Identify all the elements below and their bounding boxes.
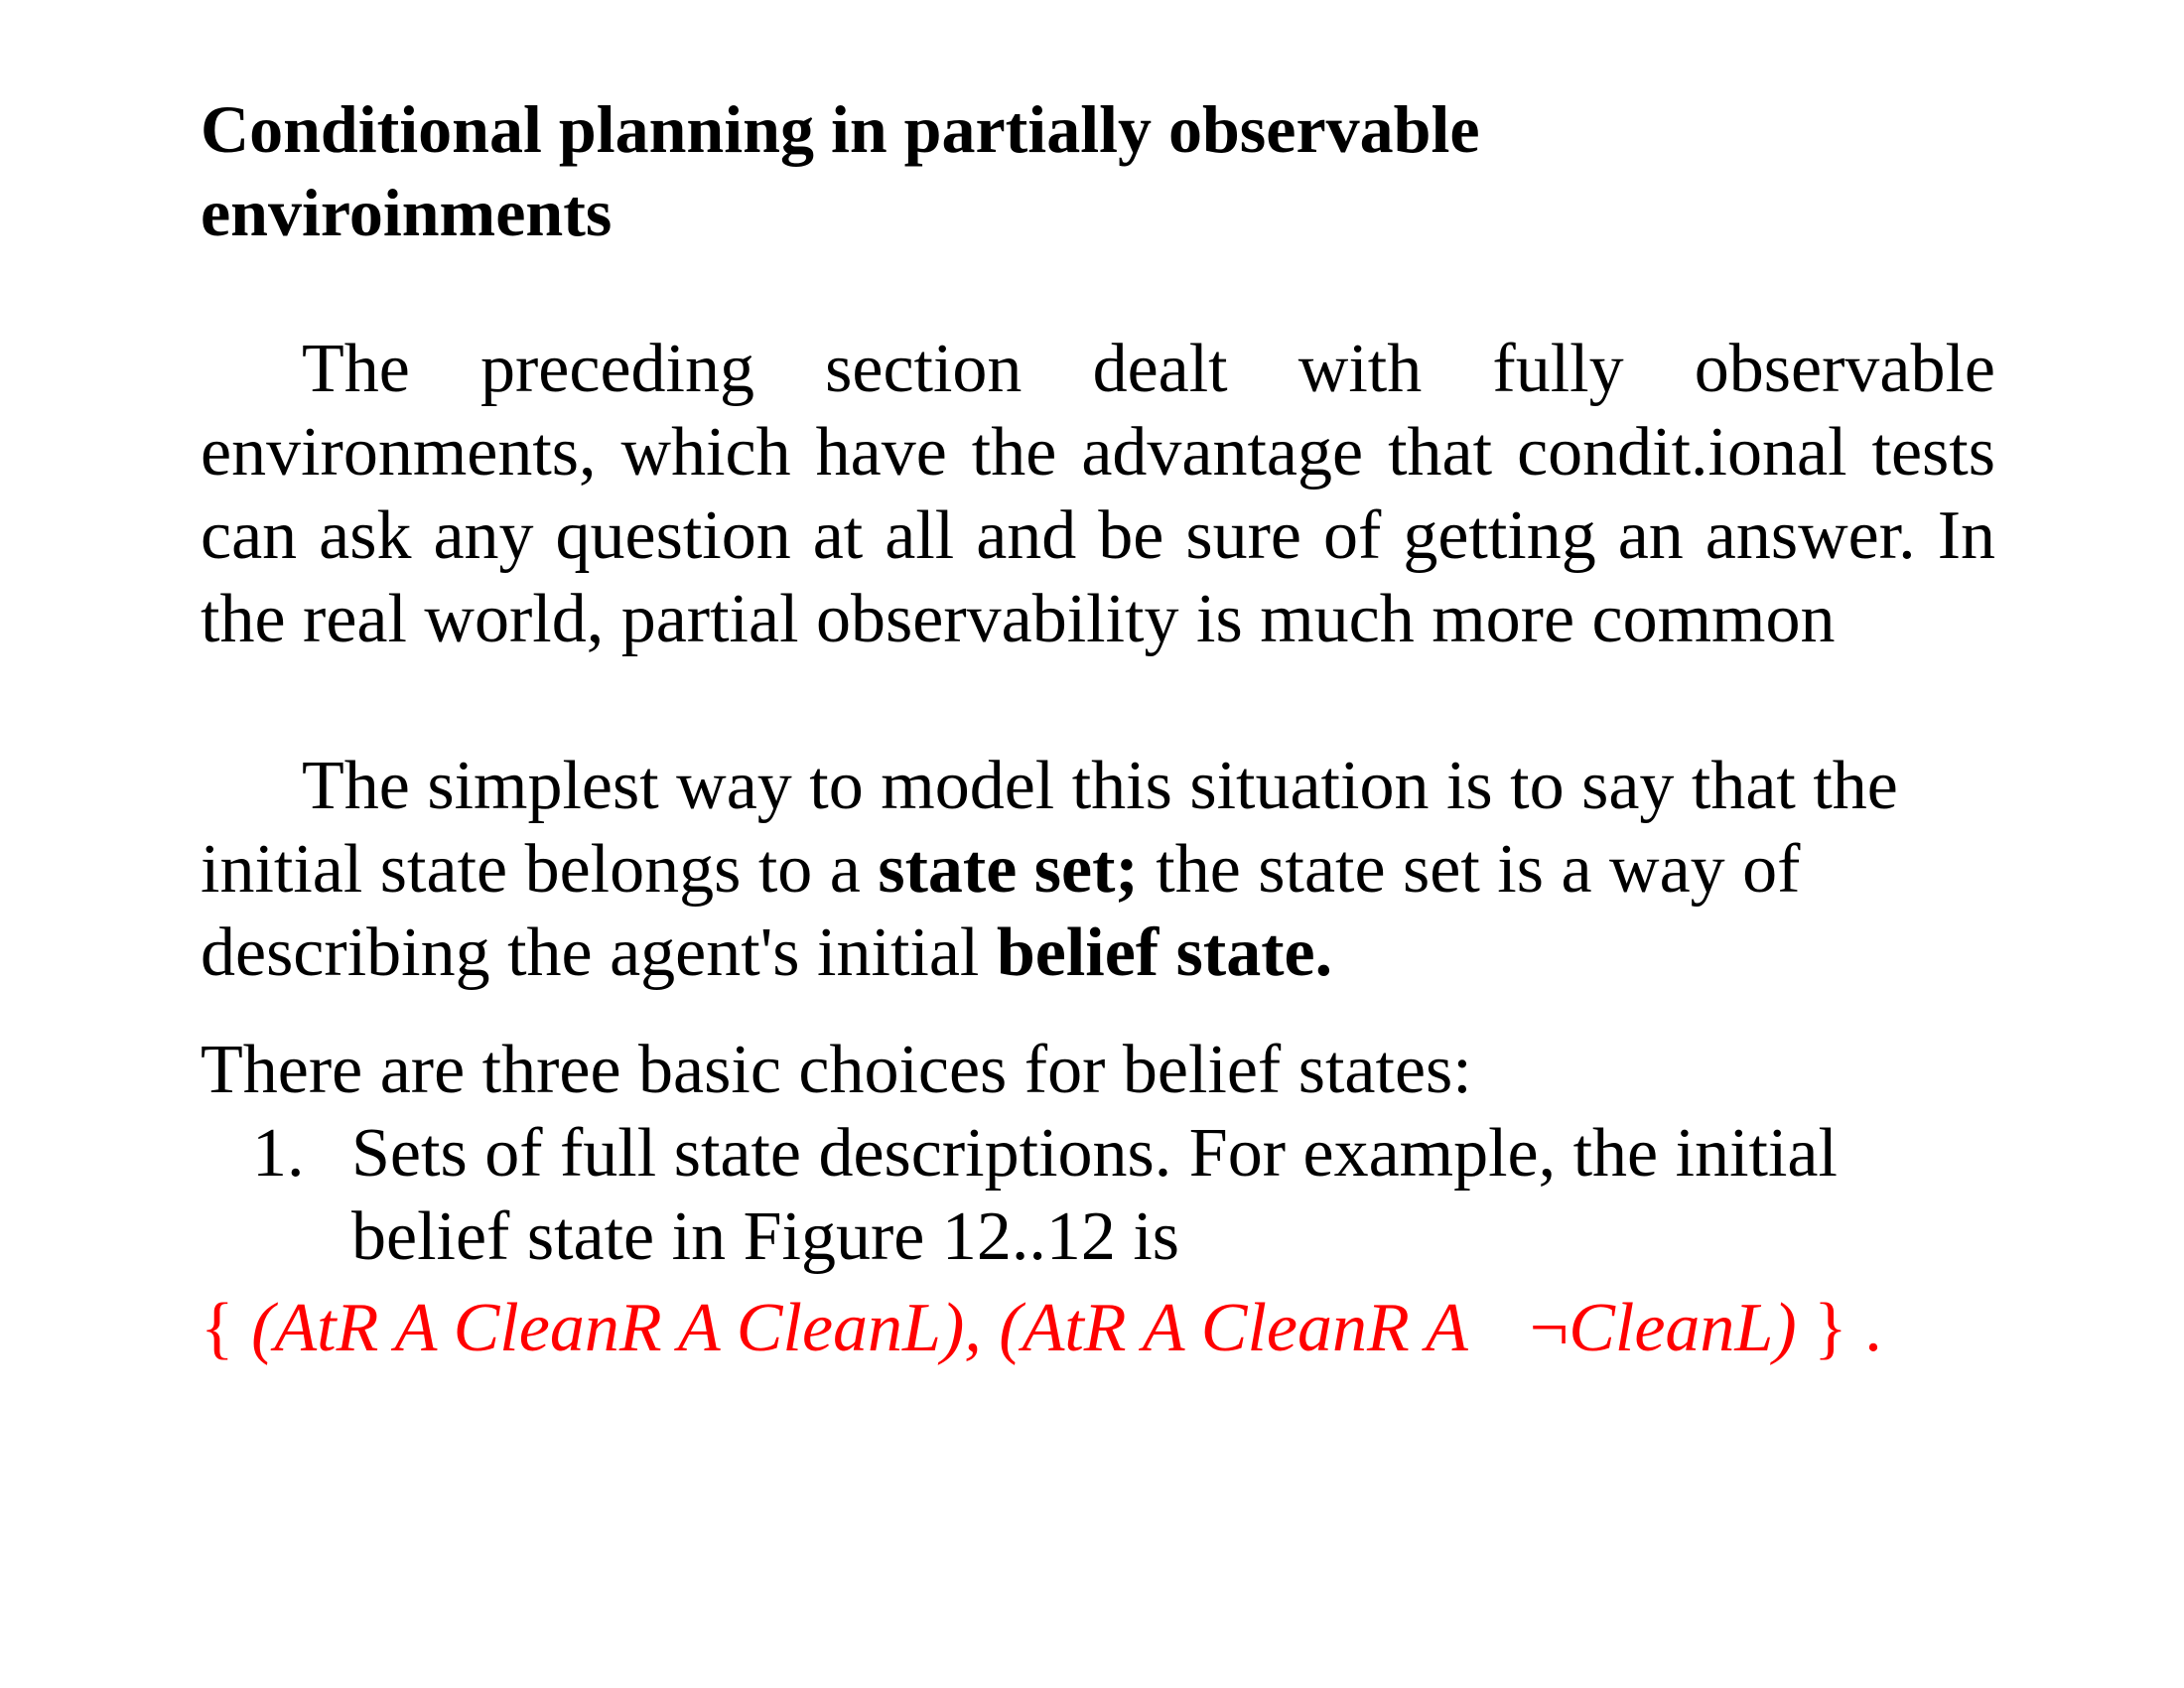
list-item-text: Sets of full state descriptions. For exa… bbox=[351, 1115, 1838, 1275]
belief-state-choices-list: 1. Sets of full state descriptions. For … bbox=[201, 1112, 1995, 1279]
formula-close-brace: } . bbox=[1796, 1290, 1882, 1366]
list-item-number: 1. bbox=[252, 1115, 305, 1192]
page-title: Conditional planning in partially observ… bbox=[201, 91, 1480, 250]
term-belief-state: belief state. bbox=[996, 914, 1333, 991]
document-page: Conditional planning in partially observ… bbox=[0, 0, 2184, 1688]
choices-intro: There are three basic choices for belief… bbox=[201, 1032, 1472, 1108]
formula-open-brace: { bbox=[201, 1290, 252, 1366]
list-item: 1. Sets of full state descriptions. For … bbox=[201, 1112, 1995, 1279]
paragraph-state-set: The simplest way to model this situation… bbox=[201, 745, 1995, 995]
belief-state-formula: { (AtR A CleanR A CleanL), (AtR A CleanR… bbox=[201, 1287, 1995, 1370]
term-state-set: state set; bbox=[878, 831, 1139, 908]
formula-part-1: (AtR A CleanR A CleanL), (AtR A CleanR A bbox=[251, 1290, 1468, 1366]
formula-part-2: CleanL) bbox=[1569, 1290, 1797, 1366]
paragraph-fully-observable: The preceding section dealt with fully o… bbox=[201, 331, 1995, 657]
negation-symbol: ¬ bbox=[1529, 1290, 1570, 1366]
